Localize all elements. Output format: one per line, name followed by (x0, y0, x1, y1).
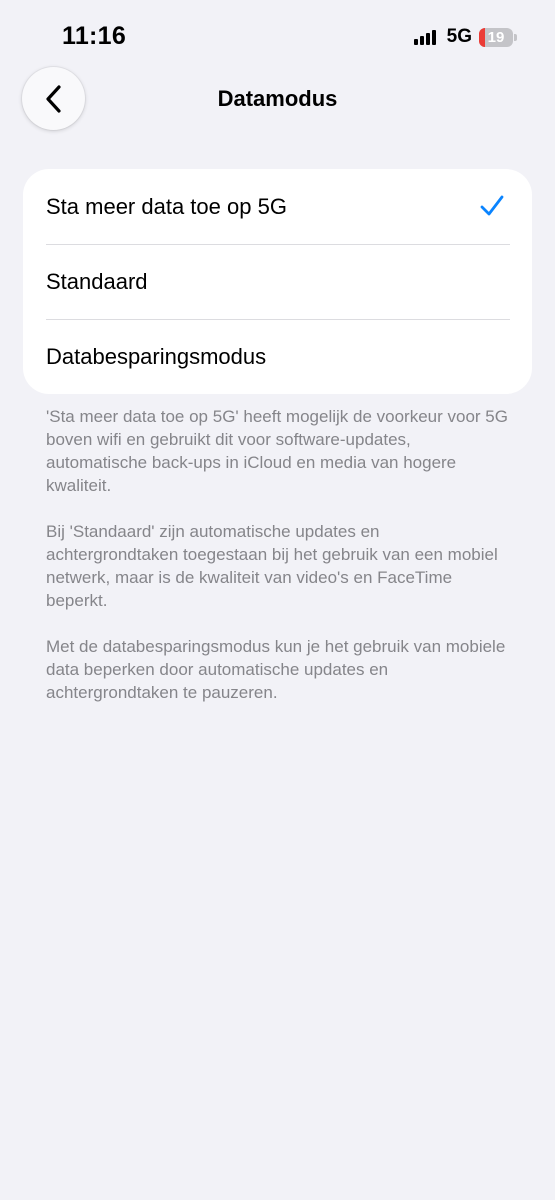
page-title: Datamodus (217, 86, 338, 111)
battery-level: 19 (487, 28, 505, 46)
checkmark-icon (480, 195, 504, 216)
option-label: Databesparingsmodus (46, 343, 267, 369)
option-label: Standaard (46, 268, 148, 294)
option-label: Sta meer data toe op 5G (46, 193, 287, 219)
option-allow-more-data-5g[interactable]: Sta meer data toe op 5G (23, 169, 532, 244)
status-bar: 11:16 5G 19 (0, 0, 555, 70)
description-standard: Bij 'Standaard' zijn automatische update… (46, 522, 498, 610)
status-time: 11:16 (62, 22, 127, 50)
status-indicators: 5G 19 (413, 25, 517, 49)
option-low-data-mode[interactable]: Databesparingsmodus (23, 319, 532, 394)
battery-nub (514, 33, 517, 41)
footer-descriptions: 'Sta meer data toe op 5G' heeft mogelijk… (46, 405, 516, 727)
network-type: 5G (446, 26, 472, 47)
data-mode-options: Sta meer data toe op 5G Standaard Databe… (23, 169, 532, 394)
option-standard[interactable]: Standaard (23, 244, 532, 319)
description-low-data-mode: Met de databesparingsmodus kun je het ge… (46, 637, 506, 702)
cellular-signal-icon (413, 29, 438, 45)
battery-icon: 19 (479, 27, 513, 47)
description-5g: 'Sta meer data toe op 5G' heeft mogelijk… (46, 407, 508, 495)
